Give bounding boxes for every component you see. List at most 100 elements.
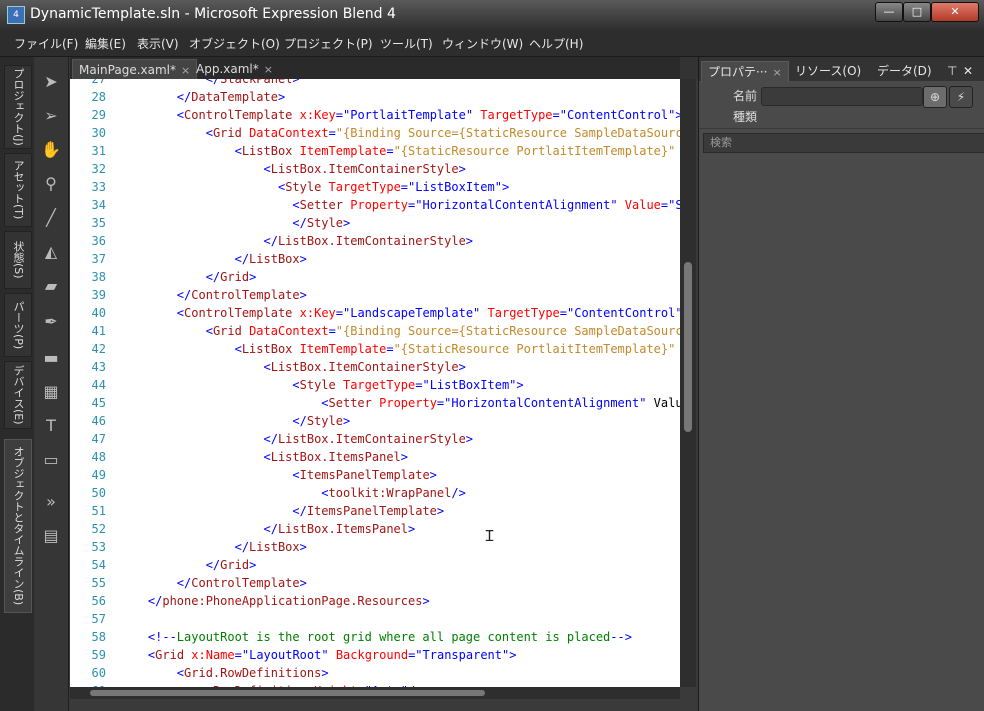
property-search-input[interactable]: 検索 — [703, 133, 984, 153]
code-text[interactable]: </StackPanel> — [119, 79, 300, 88]
menu-tools[interactable]: ツール(T) — [380, 35, 433, 52]
tab-properties[interactable]: プロパテ··· × — [701, 61, 789, 82]
code-text[interactable]: <Grid.RowDefinitions> — [119, 664, 329, 682]
code-line[interactable]: 35 </Style> — [70, 214, 680, 232]
code-line[interactable]: 45 <Setter Property="HorizontalContentAl… — [70, 394, 680, 412]
code-text[interactable]: <ControlTemplate x:Key="LandscapeTemplat… — [119, 304, 680, 322]
zoom-icon[interactable]: ⚲ — [39, 171, 63, 195]
blend-app-icon[interactable]: 4 — [7, 6, 25, 24]
menu-object[interactable]: オブジェクト(O) — [189, 35, 280, 52]
code-text[interactable]: </ListBox.ItemsPanel> — [119, 520, 416, 538]
code-line[interactable]: 33 <Style TargetType="ListBoxItem"> — [70, 178, 680, 196]
tab-objects-timeline[interactable]: オブジェクトとタイムライン(B) — [4, 439, 32, 613]
menu-help[interactable]: ヘルプ(H) — [529, 35, 583, 52]
close-icon[interactable]: × — [772, 66, 781, 79]
code-text[interactable]: <Style TargetType="ListBoxItem"> — [119, 178, 509, 196]
tab-data[interactable]: データ(D) — [871, 61, 938, 81]
xaml-code-editor[interactable]: 27 </StackPanel> 28 </DataTemplate> 29 <Co… — [70, 79, 680, 687]
code-line[interactable]: 50 <toolkit:WrapPanel/> — [70, 484, 680, 502]
selection-icon[interactable]: ➤ — [39, 69, 63, 93]
rectangle-icon[interactable]: ▬ — [39, 345, 63, 369]
code-line[interactable]: 28 </DataTemplate> — [70, 88, 680, 106]
code-line[interactable]: 27 </StackPanel> — [70, 79, 680, 88]
vertical-scroll-thumb[interactable] — [684, 262, 692, 432]
tab-devices[interactable]: デバイス(E) — [4, 361, 32, 429]
code-text[interactable]: <ListBox.ItemContainerStyle> — [119, 358, 466, 376]
code-line[interactable]: 55 </ControlTemplate> — [70, 574, 680, 592]
code-text[interactable]: </ControlTemplate> — [119, 574, 307, 592]
code-line[interactable]: 54 </Grid> — [70, 556, 680, 574]
code-text[interactable]: <!--LayoutRoot is the root grid where al… — [119, 628, 632, 646]
pin-icon[interactable]: ⊤ — [947, 61, 957, 81]
code-line[interactable]: 46 </Style> — [70, 412, 680, 430]
code-text[interactable]: <ControlTemplate x:Key="PortlaitTemplate… — [119, 106, 680, 124]
paint-bucket-icon[interactable]: ◭ — [39, 239, 63, 263]
code-line[interactable]: 36 </ListBox.ItemContainerStyle> — [70, 232, 680, 250]
grid-icon[interactable]: ▦ — [39, 379, 63, 403]
code-line[interactable]: 52 </ListBox.ItemsPanel> — [70, 520, 680, 538]
code-line[interactable]: 38 </Grid> — [70, 268, 680, 286]
assets-icon[interactable]: ▤ — [39, 523, 63, 547]
code-text[interactable]: </Style> — [119, 412, 350, 430]
menu-file[interactable]: ファイル(F) — [14, 35, 78, 52]
tab-parts[interactable]: パーツ(P) — [4, 293, 32, 357]
code-line[interactable]: 32 <ListBox.ItemContainerStyle> — [70, 160, 680, 178]
menu-window[interactable]: ウィンドウ(W) — [442, 35, 523, 52]
textblock-icon[interactable]: T — [39, 413, 63, 437]
code-text[interactable]: </DataTemplate> — [119, 88, 285, 106]
tab-app[interactable]: App.xaml* × — [190, 59, 279, 79]
events-view-icon[interactable]: ⚡ — [949, 86, 973, 108]
tab-projects[interactable]: プロジェクト(J) — [4, 65, 32, 149]
more-icon[interactable]: » — [39, 489, 63, 513]
code-line[interactable]: 37 </ListBox> — [70, 250, 680, 268]
pen-icon[interactable]: ✒ — [39, 309, 63, 333]
code-text[interactable]: </ListBox> — [119, 538, 307, 556]
code-text[interactable]: <Grid x:Name="LayoutRoot" Background="Tr… — [119, 646, 517, 664]
code-text[interactable]: <ListBox.ItemContainerStyle> — [119, 160, 466, 178]
tab-mainpage[interactable]: MainPage.xaml* × — [72, 59, 198, 80]
code-line[interactable]: 44 <Style TargetType="ListBoxItem"> — [70, 376, 680, 394]
code-text[interactable]: <Style TargetType="ListBoxItem"> — [119, 376, 523, 394]
name-field[interactable] — [761, 87, 923, 106]
code-line[interactable]: 43 <ListBox.ItemContainerStyle> — [70, 358, 680, 376]
code-line[interactable]: 53 </ListBox> — [70, 538, 680, 556]
code-text[interactable]: <ItemsPanelTemplate> — [119, 466, 437, 484]
maximize-button[interactable]: □ — [903, 2, 931, 22]
tab-states[interactable]: 状態(S) — [4, 231, 32, 289]
code-line[interactable]: 59 <Grid x:Name="LayoutRoot" Background=… — [70, 646, 680, 664]
code-line[interactable]: 34 <Setter Property="HorizontalContentAl… — [70, 196, 680, 214]
pan-icon[interactable]: ✋ — [39, 137, 63, 161]
code-text[interactable]: <ListBox ItemTemplate="{StaticResource P… — [119, 340, 680, 358]
code-text[interactable]: <Setter Property="HorizontalContentAlign… — [119, 394, 680, 412]
code-text[interactable]: <Grid DataContext="{Binding Source={Stat… — [119, 124, 680, 142]
code-line[interactable]: 58 <!--LayoutRoot is the root grid where… — [70, 628, 680, 646]
code-text[interactable]: </Style> — [119, 214, 350, 232]
code-line[interactable]: 48 <ListBox.ItemsPanel> — [70, 448, 680, 466]
code-line[interactable]: 51 </ItemsPanelTemplate> — [70, 502, 680, 520]
code-text[interactable]: </ControlTemplate> — [119, 286, 307, 304]
code-text[interactable]: <ListBox ItemTemplate="{StaticResource P… — [119, 142, 680, 160]
eyedropper-icon[interactable]: ╱ — [39, 205, 63, 229]
code-text[interactable]: <ListBox.ItemsPanel> — [119, 448, 409, 466]
button-icon[interactable]: ▭ — [39, 447, 63, 471]
code-line[interactable]: 30 <Grid DataContext="{Binding Source={S… — [70, 124, 680, 142]
horizontal-scroll-thumb[interactable] — [90, 690, 485, 696]
code-text[interactable]: </ListBox.ItemContainerStyle> — [119, 430, 474, 448]
code-line[interactable]: 60 <Grid.RowDefinitions> — [70, 664, 680, 682]
code-line[interactable]: 39 </ControlTemplate> — [70, 286, 680, 304]
menu-view[interactable]: 表示(V) — [137, 35, 179, 52]
code-line[interactable]: 41 <Grid DataContext="{Binding Source={S… — [70, 322, 680, 340]
code-line[interactable]: 56 </phone:PhoneApplicationPage.Resource… — [70, 592, 680, 610]
direct-selection-icon[interactable]: ➢ — [39, 103, 63, 127]
code-text[interactable]: </ListBox.ItemContainerStyle> — [119, 232, 474, 250]
code-text[interactable]: </ItemsPanelTemplate> — [119, 502, 444, 520]
code-line[interactable]: 29 <ControlTemplate x:Key="PortlaitTempl… — [70, 106, 680, 124]
code-text[interactable]: </Grid> — [119, 268, 257, 286]
code-text[interactable]: </ListBox> — [119, 250, 307, 268]
minimize-button[interactable]: — — [875, 2, 903, 22]
close-icon[interactable]: × — [264, 63, 273, 76]
tab-resources[interactable]: リソース(O) — [789, 61, 867, 81]
code-line[interactable]: 42 <ListBox ItemTemplate="{StaticResourc… — [70, 340, 680, 358]
menu-project[interactable]: プロジェクト(P) — [284, 35, 373, 52]
menu-edit[interactable]: 編集(E) — [85, 35, 126, 52]
